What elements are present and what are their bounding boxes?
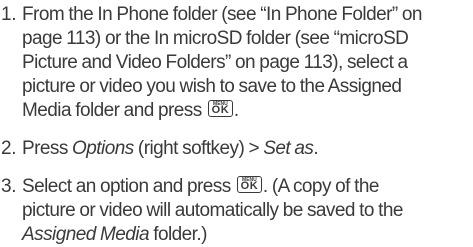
step-line: picture or video you wish to save to the… — [22, 76, 402, 97]
key-main-label: OK — [240, 180, 259, 192]
step-line: From the In Phone folder (see “In Phone … — [22, 4, 423, 25]
step-line: Picture and Video Folders” on page 113),… — [22, 52, 408, 73]
step-line: Assigned Media folder.) — [22, 223, 470, 247]
step-line-text: . (A copy of the — [262, 176, 380, 197]
step-number: 3. — [1, 176, 17, 197]
menu-ok-key-icon: MENU OK — [236, 176, 262, 193]
step-line-text: Select an option and press — [22, 176, 231, 197]
step-text-mid: (right softkey) — [133, 138, 249, 159]
step-line: Select an option and press MENU OK. (A co… — [22, 175, 470, 199]
step-text: From the In Phone folder (see “In Phone … — [22, 3, 470, 123]
step-end-punct: . — [313, 138, 319, 159]
key-main-label: OK — [211, 104, 230, 116]
set-as-menu-label: Set as — [263, 138, 314, 159]
step-text: Press Options (right softkey) > Set as. — [22, 137, 470, 161]
step-line: Media folder and press MENU OK. — [22, 99, 470, 123]
options-softkey-label: Options — [72, 138, 134, 159]
step-line-text: Media folder and press — [22, 100, 202, 121]
menu-path-arrow: > — [248, 138, 260, 159]
step-text: Select an option and press MENU OK. (A co… — [22, 175, 470, 247]
step-number: 1. — [1, 4, 17, 25]
step-line: Press Options (right softkey) > Set as. — [22, 137, 470, 161]
step-text-pre: Press — [22, 138, 73, 159]
menu-ok-key-icon: MENU OK — [207, 100, 233, 117]
step-line: picture or video will automatically be s… — [22, 200, 403, 221]
step-end-punct: . — [233, 100, 239, 121]
step-number: 2. — [1, 138, 17, 159]
step-line: page 113) or the In microSD folder (see … — [22, 28, 409, 49]
